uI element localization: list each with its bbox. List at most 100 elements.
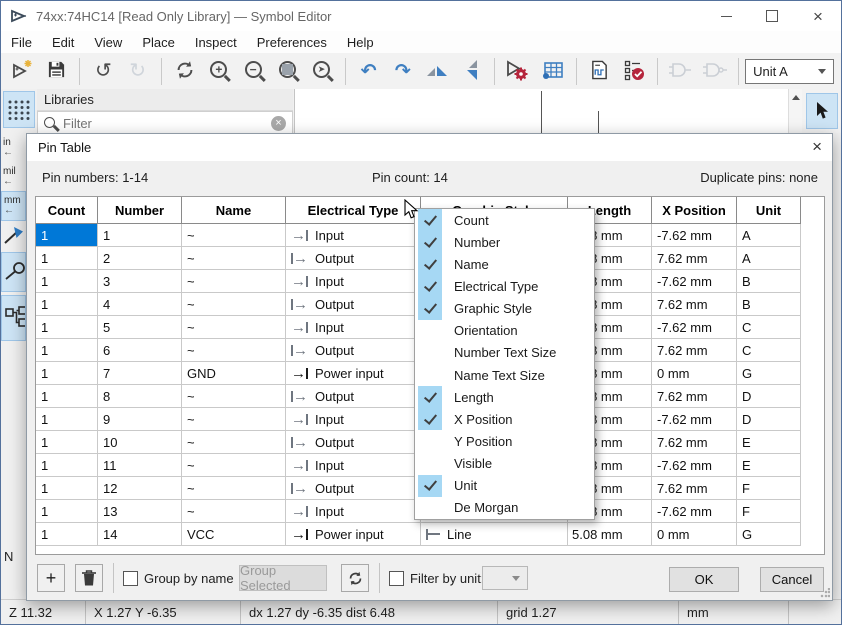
menu-file[interactable]: File [1,31,42,53]
cell-x-position[interactable]: 7.62 mm [652,431,737,454]
menu-edit[interactable]: Edit [42,31,84,53]
cell-unit[interactable]: G [737,523,801,546]
units-mils-button[interactable]: mil← [1,164,26,189]
cell-count[interactable]: 1 [36,500,98,523]
cell-unit[interactable]: G [737,362,801,385]
cell-name[interactable]: GND [182,362,286,385]
colheader-electrical-type[interactable]: Electrical Type [286,197,421,224]
cell-x-position[interactable]: -7.62 mm [652,270,737,293]
cell-unit[interactable]: D [737,385,801,408]
cell-electrical-type[interactable]: →Power input [286,523,421,546]
cell-name[interactable]: ~ [182,247,286,270]
cell-electrical-type[interactable]: →Input [286,224,421,247]
cell-number[interactable]: 3 [98,270,182,293]
cell-length[interactable]: 5.08 mm [568,523,652,546]
cell-number[interactable]: 11 [98,454,182,477]
canvas-vertical-scrollbar[interactable] [788,89,803,133]
colmenu-item-x-position[interactable]: X Position [415,408,594,430]
cell-unit[interactable]: D [737,408,801,431]
cell-number[interactable]: 8 [98,385,182,408]
cell-count[interactable]: 1 [36,431,98,454]
cell-name[interactable]: VCC [182,523,286,546]
cell-electrical-type[interactable]: →Input [286,454,421,477]
cell-count[interactable]: 1 [36,293,98,316]
colmenu-item-orientation[interactable]: Orientation [415,320,594,342]
library-tree-button[interactable] [1,295,26,341]
new-symbol-button[interactable] [7,56,37,87]
save-button[interactable] [41,56,71,87]
cell-electrical-type[interactable]: →Input [286,408,421,431]
colheader-count[interactable]: Count [36,197,98,224]
cell-x-position[interactable]: -7.62 mm [652,500,737,523]
cell-unit[interactable]: A [737,247,801,270]
colmenu-item-electrical-type[interactable]: Electrical Type [415,275,594,297]
rotate-ccw-button[interactable]: ↶ [354,56,384,87]
cell-unit[interactable]: F [737,477,801,500]
cell-count[interactable]: 1 [36,362,98,385]
mirror-horizontal-button[interactable] [422,56,452,87]
cell-count[interactable]: 1 [36,339,98,362]
cell-x-position[interactable]: 7.62 mm [652,293,737,316]
cell-electrical-type[interactable]: →Input [286,270,421,293]
cell-name[interactable]: ~ [182,316,286,339]
zoom-to-fit-button[interactable] [272,56,302,87]
cell-unit[interactable]: E [737,454,801,477]
show-datasheet-button[interactable] [585,56,615,87]
clear-filter-icon[interactable]: × [271,116,286,131]
group-by-name-checkbox[interactable] [123,571,138,586]
menu-inspect[interactable]: Inspect [185,31,247,53]
cell-electrical-type[interactable]: →Input [286,500,421,523]
colmenu-item-number-text-size[interactable]: Number Text Size [415,342,594,364]
cell-count[interactable]: 1 [36,477,98,500]
minimize-button[interactable] [703,1,749,31]
menu-help[interactable]: Help [337,31,384,53]
cell-count[interactable]: 1 [36,454,98,477]
grid-dots-button[interactable] [3,91,35,128]
cell-electrical-type[interactable]: →Power input [286,362,421,385]
maximize-button[interactable] [749,1,795,31]
cell-name[interactable]: ~ [182,339,286,362]
cell-name[interactable]: ~ [182,224,286,247]
cell-count[interactable]: 1 [36,270,98,293]
crosshair-cursor-button[interactable] [1,222,26,250]
cell-x-position[interactable]: 7.62 mm [652,477,737,500]
redo-button[interactable]: ↻ [123,56,153,87]
cell-electrical-type[interactable]: →Input [286,316,421,339]
menu-view[interactable]: View [84,31,132,53]
cell-electrical-type[interactable]: →Output [286,385,421,408]
cell-name[interactable]: ~ [182,454,286,477]
menu-preferences[interactable]: Preferences [247,31,337,53]
library-filter-input[interactable] [61,115,271,132]
cell-name[interactable]: ~ [182,385,286,408]
undo-button[interactable]: ↺ [88,56,118,87]
cell-count[interactable]: 1 [36,224,98,247]
colheader-name[interactable]: Name [182,197,286,224]
cell-x-position[interactable]: -7.62 mm [652,454,737,477]
demorgan-alternate-button[interactable] [700,56,730,87]
cell-electrical-type[interactable]: →Output [286,431,421,454]
close-button[interactable]: × [795,1,841,31]
cell-x-position[interactable]: 0 mm [652,362,737,385]
unit-filter-dropdown[interactable] [482,566,528,590]
cell-number[interactable]: 12 [98,477,182,500]
delete-pin-button[interactable] [75,564,103,592]
colmenu-item-name-text-size[interactable]: Name Text Size [415,364,594,386]
erc-check-button[interactable] [619,56,649,87]
cell-unit[interactable]: E [737,431,801,454]
cell-x-position[interactable]: -7.62 mm [652,224,737,247]
cell-electrical-type[interactable]: →Output [286,477,421,500]
cell-number[interactable]: 10 [98,431,182,454]
colmenu-item-y-position[interactable]: Y Position [415,430,594,452]
mirror-vertical-button[interactable] [456,56,486,87]
pin-electrical-type-button[interactable] [1,252,26,292]
cell-number[interactable]: 13 [98,500,182,523]
cell-electrical-type[interactable]: →Output [286,247,421,270]
colheader-number[interactable]: Number [98,197,182,224]
cell-number[interactable]: 14 [98,523,182,546]
cell-electrical-type[interactable]: →Output [286,339,421,362]
units-mm-button[interactable]: mm← [1,191,26,221]
colmenu-item-length[interactable]: Length [415,386,594,408]
group-selected-button[interactable]: Group Selected [239,565,327,591]
unit-select-dropdown[interactable]: Unit A [745,59,834,84]
colmenu-item-graphic-style[interactable]: Graphic Style [415,298,594,320]
